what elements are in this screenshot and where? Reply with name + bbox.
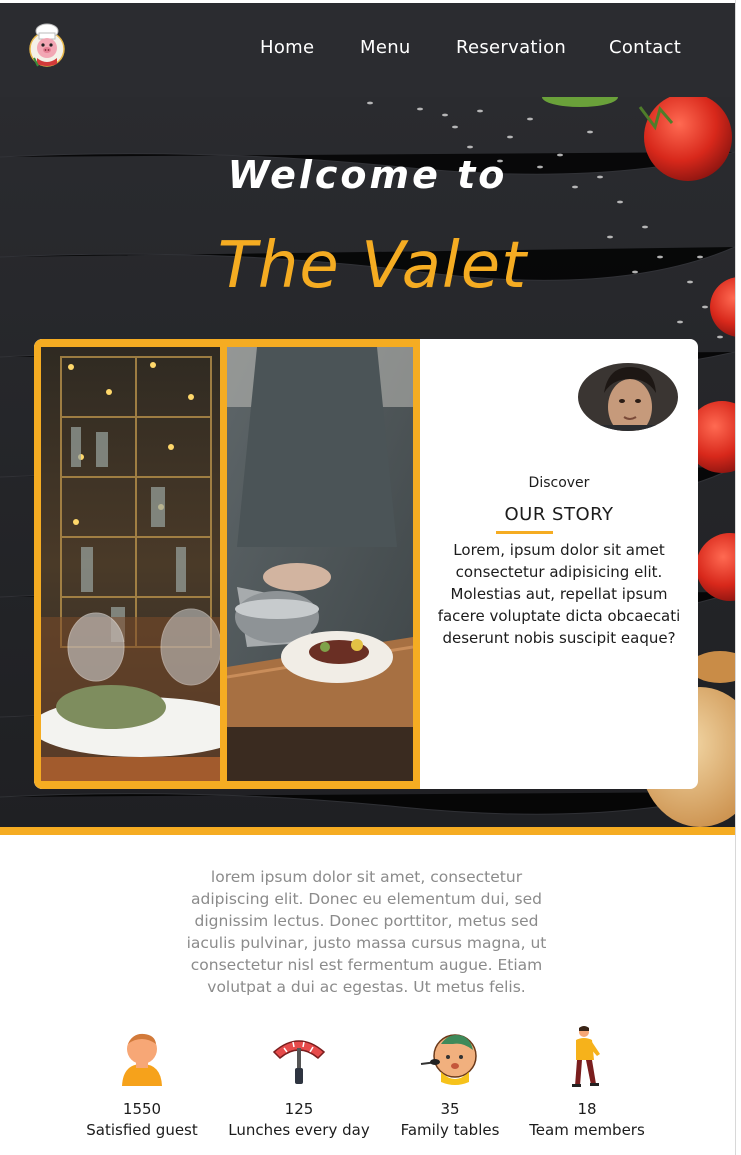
stat-number: 18 bbox=[577, 1100, 597, 1118]
hero-accent-bar bbox=[0, 827, 735, 835]
restaurant-interior-photo bbox=[41, 347, 220, 781]
nav-link-reservation[interactable]: Reservation bbox=[456, 37, 566, 58]
stat-team-members: 18 Team members bbox=[507, 1024, 667, 1141]
sausage-fork-icon bbox=[266, 1024, 332, 1090]
stat-number: 1550 bbox=[122, 1100, 162, 1118]
chef-plating-photo bbox=[227, 347, 413, 781]
team-member-icon bbox=[554, 1024, 620, 1090]
stat-family-tables: 35 Family tables bbox=[370, 1024, 530, 1141]
nav-link-home[interactable]: Home bbox=[260, 37, 314, 58]
story-title: OUR STORY bbox=[504, 504, 614, 525]
stat-number: 125 bbox=[284, 1100, 314, 1118]
nav-link-menu[interactable]: Menu bbox=[360, 37, 411, 58]
story-title-underline bbox=[496, 531, 553, 534]
nav-links: Home Menu Reservation Contact bbox=[0, 37, 735, 61]
stat-number: 35 bbox=[440, 1100, 460, 1118]
stat-label: Team members bbox=[529, 1121, 645, 1139]
hero-section: Welcome to The Valet Discover OUR STORY … bbox=[0, 97, 735, 827]
story-eyebrow: Discover bbox=[528, 475, 590, 491]
baby-chef-icon bbox=[417, 1024, 483, 1090]
hero-brand-title: The Valet bbox=[217, 229, 528, 303]
stat-satisfied-guest: 1550 Satisfied guest bbox=[62, 1024, 222, 1141]
story-card: Discover OUR STORY Lorem, ipsum dolor si… bbox=[34, 339, 698, 789]
avatar bbox=[578, 363, 678, 431]
navbar: Home Menu Reservation Contact bbox=[0, 3, 735, 97]
stat-label: Satisfied guest bbox=[86, 1121, 198, 1139]
stat-label: Family tables bbox=[400, 1121, 500, 1139]
guest-icon bbox=[109, 1024, 175, 1090]
stat-lunches: 125 Lunches every day bbox=[219, 1024, 379, 1141]
hero-welcome-heading: Welcome to bbox=[227, 153, 508, 197]
nav-link-contact[interactable]: Contact bbox=[609, 37, 681, 58]
story-photo-frame bbox=[34, 339, 420, 789]
story-text: Lorem, ipsum dolor sit amet consectetur … bbox=[437, 541, 681, 647]
page-scrollbar-edge bbox=[735, 0, 741, 1155]
stat-label: Lunches every day bbox=[228, 1121, 370, 1139]
about-paragraph: lorem ipsum dolor sit amet, consectetur … bbox=[186, 868, 547, 996]
